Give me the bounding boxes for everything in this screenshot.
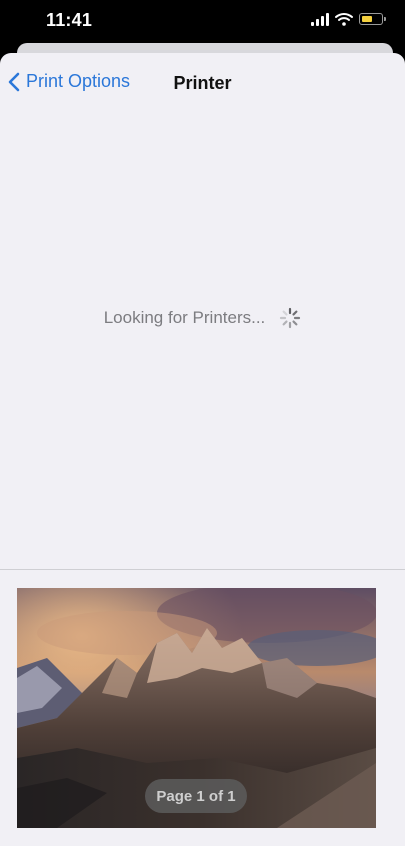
signal-icon <box>311 12 329 26</box>
wifi-icon <box>335 13 353 26</box>
loading-status: Looking for Printers... <box>0 307 405 329</box>
print-preview[interactable]: Page 1 of 1 <box>17 588 376 828</box>
loading-text: Looking for Printers... <box>103 308 266 327</box>
status-icons <box>311 12 386 26</box>
page-count-badge: Page 1 of 1 <box>145 779 247 813</box>
nav-bar: Print Options Printer <box>0 53 405 113</box>
printer-sheet: Print Options Printer Looking for Printe… <box>0 53 405 846</box>
divider <box>0 569 405 570</box>
battery-level <box>361 15 372 22</box>
battery-icon <box>359 13 386 25</box>
page-title: Printer <box>173 73 232 93</box>
spinner-icon <box>280 307 301 329</box>
status-bar: 11:41 <box>0 0 405 44</box>
status-time: 11:41 <box>46 10 93 30</box>
